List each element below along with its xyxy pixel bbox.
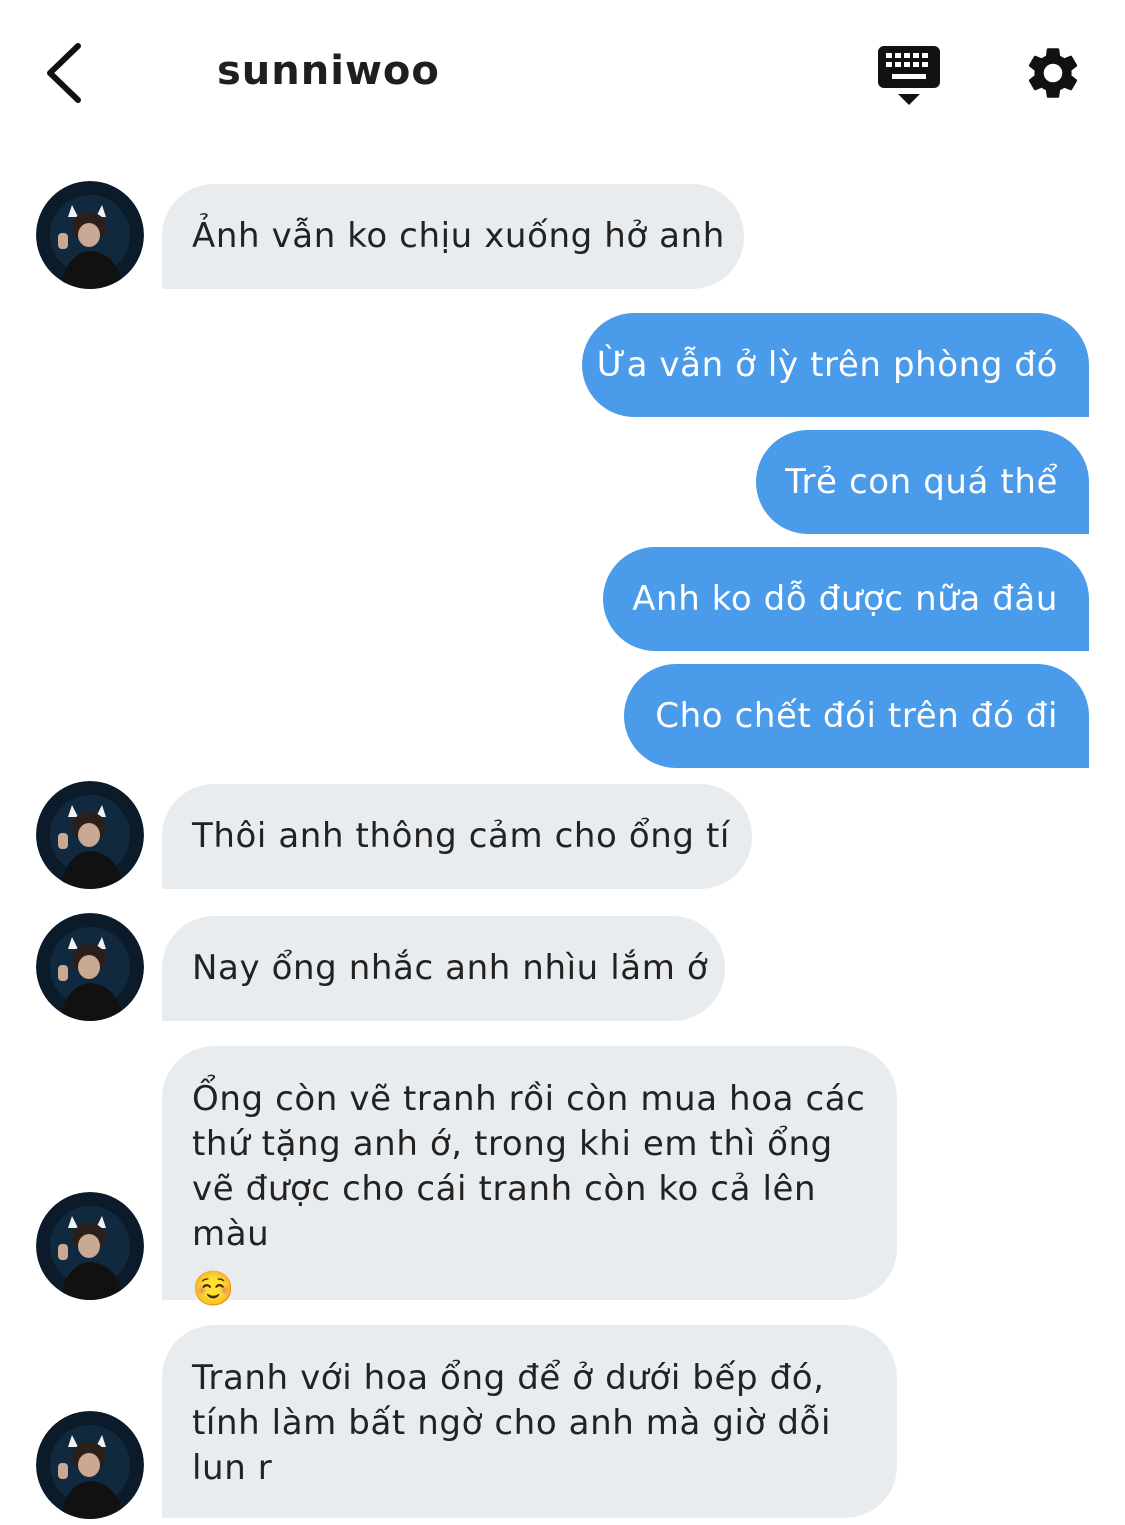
message-bubble-outgoing[interactable]: Anh ko dỗ được nữa đâu [603, 547, 1089, 651]
avatar-photo [36, 181, 144, 289]
avatar[interactable] [36, 1411, 144, 1519]
conversation-title: sunniwoo [217, 48, 440, 94]
message-bubble-outgoing[interactable]: Ừa vẫn ở lỳ trên phòng đó [582, 313, 1089, 417]
avatar[interactable] [36, 913, 144, 1021]
gear-icon [1028, 48, 1078, 98]
message-text: Ừa vẫn ở lỳ trên phòng đó [596, 344, 1058, 385]
message-bubble-incoming[interactable]: Nay ổng nhắc anh nhìu lắm ớ [162, 916, 725, 1021]
avatar-photo [36, 913, 144, 1021]
message-text: Trẻ con quá thể [785, 461, 1058, 502]
avatar-photo [36, 1411, 144, 1519]
message-text: Ảnh vẫn ko chịu xuống hở anh [192, 216, 725, 256]
avatar-photo [36, 781, 144, 889]
chat-header: sunniwoo [0, 0, 1125, 150]
smiling-face-emoji: ☺️ [192, 1269, 235, 1309]
message-text: Tranh với hoa ổng để ở dưới bếp đó, tính… [192, 1358, 832, 1488]
chevron-left-icon [47, 43, 81, 103]
message-text: Ổng còn vẽ tranh rồi còn mua hoa các thứ… [192, 1079, 866, 1254]
message-text: Anh ko dỗ được nữa đâu [632, 578, 1058, 619]
message-bubble-incoming[interactable]: Thôi anh thông cảm cho ổng tí [162, 784, 752, 889]
settings-button[interactable] [1022, 42, 1084, 104]
message-bubble-incoming[interactable]: Ổng còn vẽ tranh rồi còn mua hoa các thứ… [162, 1046, 897, 1309]
avatar[interactable] [36, 181, 144, 289]
message-text: Thôi anh thông cảm cho ổng tí [192, 816, 730, 856]
avatar[interactable] [36, 1192, 144, 1300]
message-bubble-outgoing[interactable]: Cho chết đói trên đó đi [624, 664, 1089, 768]
avatar[interactable] [36, 781, 144, 889]
message-text: Cho chết đói trên đó đi [655, 695, 1058, 736]
message-bubble-outgoing[interactable]: Trẻ con quá thể [756, 430, 1089, 534]
message-bubble-incoming[interactable]: Ảnh vẫn ko chịu xuống hở anh [162, 184, 744, 289]
keyboard-button[interactable] [876, 44, 942, 108]
message-bubble-incoming[interactable]: Tranh với hoa ổng để ở dưới bếp đó, tính… [162, 1325, 897, 1518]
message-text: Nay ổng nhắc anh nhìu lắm ớ [192, 948, 709, 988]
back-button[interactable] [40, 38, 100, 108]
keyboard-icon [878, 46, 940, 105]
avatar-photo [36, 1192, 144, 1300]
